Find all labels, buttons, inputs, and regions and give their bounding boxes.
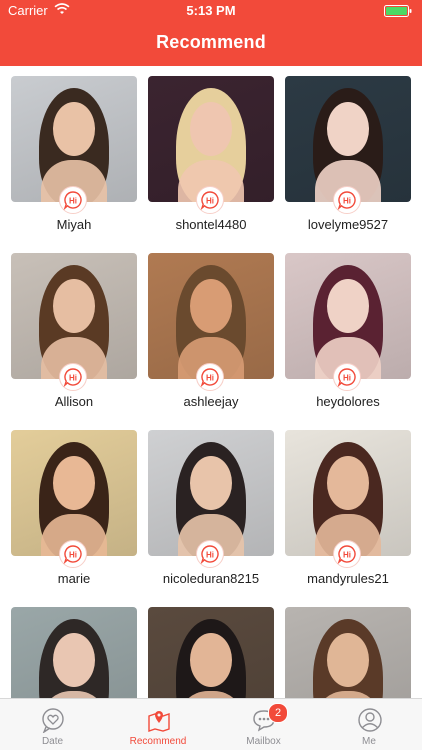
status-bar: Carrier 5:13 PM [0,0,422,22]
profile-card[interactable]: Hi shontel4480 [148,66,274,242]
face-shape [190,633,232,687]
svg-text:Hi: Hi [206,374,214,383]
profile-photo[interactable] [148,430,274,556]
hi-bubble-icon: Hi [200,545,219,564]
profile-photo[interactable] [285,253,411,379]
say-hi-button[interactable]: Hi [196,363,224,391]
face-shape [327,102,369,156]
say-hi-button[interactable]: Hi [59,186,87,214]
say-hi-button[interactable]: Hi [333,363,361,391]
profile-photo[interactable] [285,430,411,556]
svg-text:Hi: Hi [343,374,351,383]
profile-name[interactable]: marie [7,571,141,586]
tab-label: Mailbox [246,736,281,747]
profile-name[interactable]: shontel4480 [144,217,278,232]
svg-text:Hi: Hi [343,551,351,560]
tab-me[interactable]: Me [317,699,422,751]
svg-text:Hi: Hi [69,374,77,383]
unread-badge: 2 [268,703,288,723]
svg-text:Hi: Hi [69,197,77,206]
profile-photo[interactable] [285,76,411,202]
profile-name[interactable]: heydolores [281,394,415,409]
say-hi-button[interactable]: Hi [196,186,224,214]
profile-card[interactable]: Hi nicoleduran8215 [148,420,274,596]
profile-photo[interactable] [148,76,274,202]
say-hi-button[interactable]: Hi [196,540,224,568]
face-shape [53,633,95,687]
profile-name[interactable]: ashleejay [144,394,278,409]
face-shape [190,102,232,156]
hi-bubble-icon: Hi [63,545,82,564]
face-shape [190,279,232,333]
profile-name[interactable]: Miyah [7,217,141,232]
profile-name[interactable]: mandyrules21 [281,571,415,586]
svg-text:Hi: Hi [206,551,214,560]
clock: 5:13 PM [186,3,236,18]
person-icon [357,708,382,732]
profile-card[interactable]: Hi marie [11,420,137,596]
say-hi-button[interactable]: Hi [333,186,361,214]
profile-name[interactable]: Allison [7,394,141,409]
hi-bubble-icon: Hi [337,545,356,564]
hi-bubble-icon: Hi [63,191,82,210]
face-shape [53,456,95,510]
profile-card[interactable]: Hi [285,597,411,698]
tab-bar: Date Recommend Mailbox 2 Me [0,698,422,750]
battery-icon [384,5,412,17]
hi-bubble-icon: Hi [337,368,356,387]
profile-photo[interactable] [148,253,274,379]
profile-name[interactable]: lovelyme9527 [281,217,415,232]
profile-card[interactable]: Hi mandyrules21 [285,420,411,596]
tab-label: Date [41,736,64,747]
face-shape [53,102,95,156]
profile-grid: Hi Miyah Hi shontel4480 Hi lovelyme9527 Hi Alli… [0,66,422,698]
face-shape [190,456,232,510]
svg-text:Hi: Hi [69,551,77,560]
tab-label: Recommend [129,736,187,747]
hi-bubble-icon: Hi [63,368,82,387]
hi-bubble-icon: Hi [200,368,219,387]
say-hi-button[interactable]: Hi [333,540,361,568]
profile-card[interactable]: Hi heydolores [285,243,411,419]
svg-text:Hi: Hi [206,197,214,206]
hi-bubble-icon: Hi [200,191,219,210]
profile-name[interactable]: nicoleduran8215 [144,571,278,586]
say-hi-button[interactable]: Hi [59,363,87,391]
profile-photo[interactable] [148,607,274,698]
profile-card[interactable]: Hi lovelyme9527 [285,66,411,242]
tab-recommend[interactable]: Recommend [106,699,211,751]
map-pin-icon [147,711,170,732]
profile-card[interactable]: Hi Allison [11,243,137,419]
heart-chat-icon [42,708,64,733]
face-shape [53,279,95,333]
tab-label: Me [362,736,376,747]
face-shape [327,279,369,333]
profile-photo[interactable] [11,607,137,698]
tab-date[interactable]: Date [0,699,105,751]
face-shape [327,633,369,687]
tab-mailbox[interactable]: Mailbox 2 [211,699,316,751]
profile-card[interactable]: Hi [148,597,274,698]
face-shape [327,456,369,510]
profile-photo[interactable] [11,253,137,379]
say-hi-button[interactable]: Hi [59,540,87,568]
profile-card[interactable]: Hi [11,597,137,698]
top-bar: Carrier 5:13 PM Recommend [0,0,422,66]
profile-card[interactable]: Hi Miyah [11,66,137,242]
hi-bubble-icon: Hi [337,191,356,210]
profile-photo[interactable] [11,76,137,202]
profile-photo[interactable] [285,607,411,698]
profile-photo[interactable] [11,430,137,556]
svg-text:Hi: Hi [343,197,351,206]
profile-card[interactable]: Hi ashleejay [148,243,274,419]
page-title: Recommend [156,32,266,52]
